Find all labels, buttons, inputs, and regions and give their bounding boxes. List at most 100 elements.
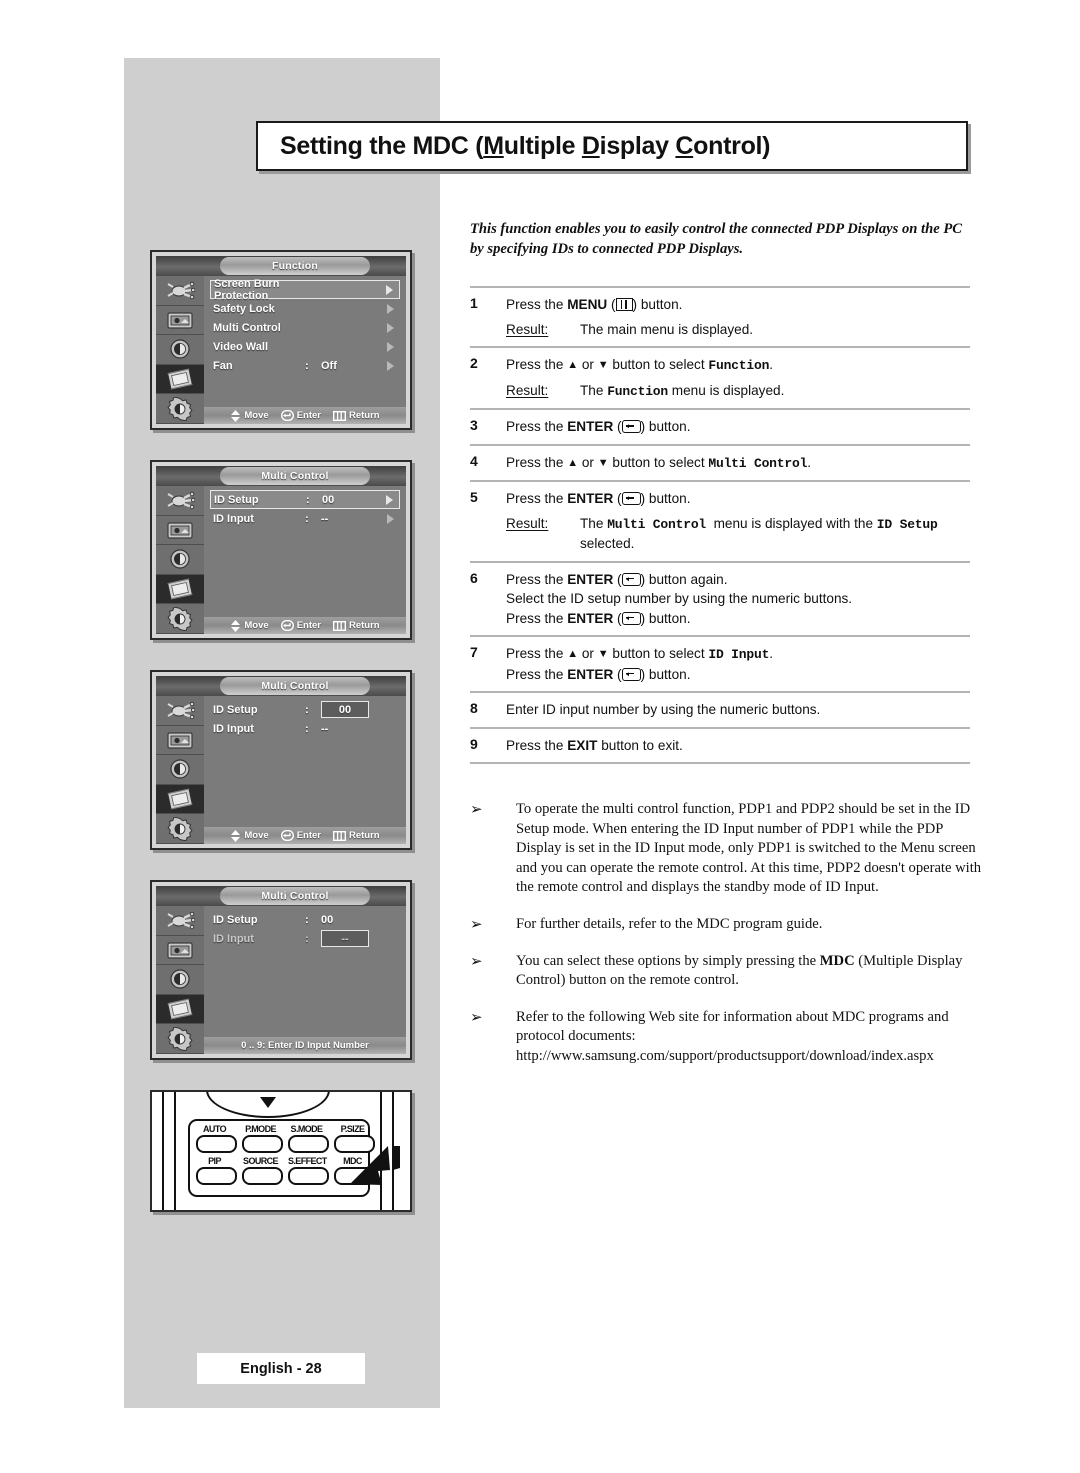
note-text: Refer to the following Web site for info… bbox=[516, 1008, 949, 1064]
remote-button-s-mode[interactable]: S.MODE bbox=[288, 1124, 329, 1153]
osd-item-label: ID Input bbox=[213, 512, 254, 525]
chevron-right-icon bbox=[386, 494, 393, 505]
osd-hint-label: Enter bbox=[296, 410, 321, 421]
down-arrow-icon bbox=[260, 1097, 276, 1108]
osd-title-tab: Multi Control bbox=[220, 887, 370, 905]
osd-hint-label: Move bbox=[244, 410, 269, 421]
osd-screen: Multi Control ID Setup:00 ID Input: -- Move E… bbox=[156, 676, 406, 844]
note-text: For further details, refer to the MDC pr… bbox=[516, 915, 823, 932]
step-line: Press the ENTER () button. bbox=[506, 666, 691, 682]
osd-hint-label: Return bbox=[348, 620, 380, 631]
osd-setup-gear-icon bbox=[156, 814, 204, 844]
remote-button-source[interactable]: SOURCE bbox=[242, 1156, 283, 1185]
osd-menu-item[interactable]: ID Input: -- bbox=[210, 509, 400, 528]
osd-hint-move: Move bbox=[230, 829, 269, 842]
step-row: 3 Press the ENTER () button. bbox=[470, 409, 970, 445]
result-value: The Multi Control menu is displayed with… bbox=[580, 515, 938, 552]
step-line: Press the ▲ or ▼ button to select ID Inp… bbox=[506, 646, 773, 662]
osd-hint-label: Return bbox=[348, 410, 380, 421]
osd-hint-return: Return bbox=[332, 830, 380, 841]
osd-menu-item[interactable]: Screen Burn Protection bbox=[210, 278, 400, 302]
osd-icon-rail bbox=[156, 906, 204, 1054]
step-number: 1 bbox=[470, 295, 478, 311]
osd-item-value: 00 bbox=[321, 701, 369, 718]
osd-setup-gear-icon bbox=[156, 1024, 204, 1054]
step-result: Result: The Function menu is displayed. bbox=[506, 381, 970, 402]
remote-button-p-mode[interactable]: P.MODE bbox=[242, 1124, 283, 1153]
manual-page: Setting the MDC (Multiple Display Contro… bbox=[0, 0, 1080, 1473]
osd-menu-list: ID Setup:00 ID Input: -- bbox=[204, 486, 406, 634]
osd-item-value: 00 bbox=[321, 913, 334, 926]
remote-button-cap bbox=[196, 1167, 237, 1185]
osd-menu-item[interactable]: ID Setup:00 bbox=[210, 910, 400, 929]
osd-panel: Multi Control ID Setup:00 ID Input: -- 0 .. … bbox=[150, 880, 412, 1060]
step-line: Press the ENTER () button again. bbox=[506, 571, 728, 587]
osd-menu-item[interactable]: ID Setup:00 bbox=[210, 700, 400, 719]
osd-menu-item[interactable]: Video Wall bbox=[210, 337, 400, 356]
note-text: To operate the multi control function, P… bbox=[516, 801, 982, 896]
osd-item-colon: : bbox=[305, 932, 309, 945]
note-item: ➢ For further details, refer to the MDC p… bbox=[470, 915, 982, 935]
osd-input-plug-icon bbox=[156, 906, 204, 936]
bullet-arrow-icon: ➢ bbox=[470, 914, 483, 933]
note-item: ➢ You can select these options by simply … bbox=[470, 952, 982, 991]
step-line: Press the ▲ or ▼ button to select Functi… bbox=[506, 357, 773, 373]
osd-sound-speaker-icon bbox=[156, 335, 204, 365]
remote-button-label: S.MODE bbox=[290, 1124, 324, 1134]
osd-hint-return: Return bbox=[332, 410, 380, 421]
osd-panel: Function Screen Burn Protection Safety Loc… bbox=[150, 250, 412, 430]
osd-item-label: ID Setup bbox=[213, 913, 258, 926]
osd-menu-item[interactable]: Safety Lock bbox=[210, 299, 400, 318]
osd-menu-item[interactable]: ID Input: -- bbox=[210, 719, 400, 738]
remote-button-s-effect[interactable]: S.EFFECT bbox=[288, 1156, 329, 1185]
osd-menu-item[interactable]: Multi Control bbox=[210, 318, 400, 337]
step-text: Press the ▲ or ▼ button to select ID Inp… bbox=[506, 636, 970, 692]
step-row: 2 Press the ▲ or ▼ button to select Funct… bbox=[470, 347, 970, 409]
chevron-right-icon bbox=[387, 303, 394, 314]
intro-paragraph: This function enables you to easily cont… bbox=[470, 221, 962, 257]
chevron-right-icon bbox=[387, 360, 394, 371]
chevron-right-icon bbox=[387, 322, 394, 333]
page-title-box: Setting the MDC (Multiple Display Contro… bbox=[256, 121, 968, 171]
step-row: 1 Press the MENU () button. Result: The mai… bbox=[470, 287, 970, 347]
osd-item-label: ID Setup bbox=[214, 493, 259, 506]
osd-title-text: Multi Control bbox=[261, 890, 329, 902]
result-value: The Function menu is displayed. bbox=[580, 382, 785, 399]
osd-item-value: -- bbox=[321, 512, 329, 525]
osd-title-tab: Function bbox=[220, 257, 370, 275]
osd-input-plug-icon bbox=[156, 276, 204, 306]
steps-table: 1 Press the MENU () button. Result: The mai… bbox=[470, 286, 970, 766]
osd-menu-item[interactable]: ID Setup:00 bbox=[210, 490, 400, 509]
osd-item-colon: : bbox=[305, 359, 309, 372]
osd-screen: Function Screen Burn Protection Safety Loc… bbox=[156, 256, 406, 424]
step-number: 7 bbox=[470, 644, 478, 660]
osd-sound-speaker-icon bbox=[156, 545, 204, 575]
step-line: Press the ENTER () button. bbox=[506, 610, 691, 626]
chevron-right-icon bbox=[387, 513, 394, 524]
remote-button-auto[interactable]: AUTO bbox=[196, 1124, 237, 1153]
osd-icon-rail bbox=[156, 696, 204, 844]
step-line: Press the ENTER () button. bbox=[506, 491, 691, 506]
notes-list: ➢ To operate the multi control function, … bbox=[470, 800, 982, 1084]
chevron-right-icon bbox=[387, 341, 394, 352]
osd-hint-label: Enter bbox=[296, 830, 321, 841]
osd-function-chip-icon bbox=[156, 574, 204, 605]
steps-bottom-rule bbox=[470, 763, 970, 766]
result-label: Result: bbox=[506, 382, 549, 398]
step-line: Press the ▲ or ▼ button to select Multi … bbox=[506, 454, 811, 471]
step-number: 4 bbox=[470, 452, 478, 469]
chevron-right-icon bbox=[386, 284, 393, 295]
osd-menu-list: ID Setup:00 ID Input: -- bbox=[204, 696, 406, 844]
osd-item-label: Multi Control bbox=[213, 321, 281, 334]
step-text: Press the ▲ or ▼ button to select Multi … bbox=[506, 445, 970, 482]
osd-hint-label: Enter bbox=[296, 620, 321, 631]
osd-menu-list: Screen Burn Protection Safety Lock Multi C… bbox=[204, 276, 406, 424]
osd-item-label: Safety Lock bbox=[213, 302, 275, 315]
osd-menu-item[interactable]: ID Input: -- bbox=[210, 929, 400, 948]
remote-button-cap bbox=[288, 1167, 329, 1185]
remote-button-pip[interactable]: PIP bbox=[196, 1156, 237, 1185]
note-item: ➢ Refer to the following Web site for inf… bbox=[470, 1008, 982, 1067]
osd-sound-speaker-icon bbox=[156, 965, 204, 995]
remote-button-label: PIP bbox=[208, 1156, 221, 1166]
osd-menu-item[interactable]: Fan: Off bbox=[210, 356, 400, 375]
